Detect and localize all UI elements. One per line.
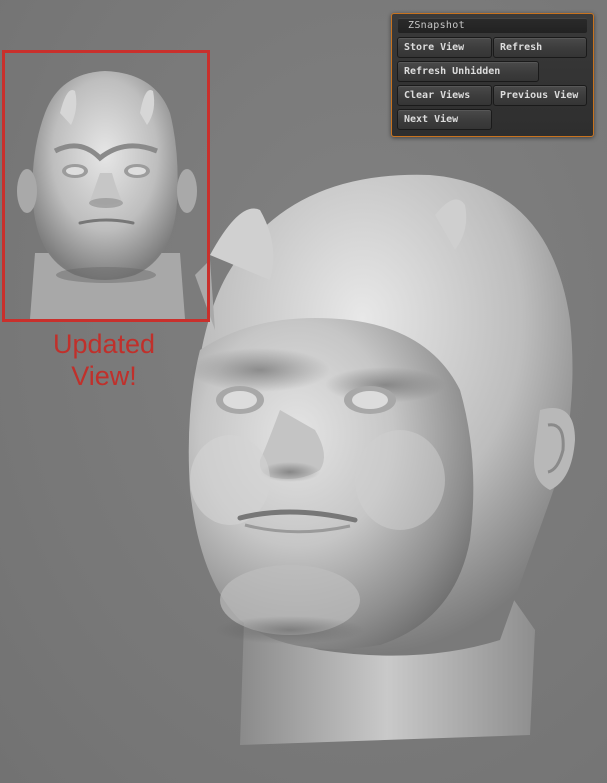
updated-view-annotation: Updated View! (30, 328, 178, 392)
zbrush-viewport[interactable]: Updated View! ZSnapshot Store View Refre… (0, 0, 607, 783)
head-sculpt-thumbnail-icon (17, 71, 197, 319)
refresh-button[interactable]: Refresh (493, 37, 587, 58)
zsnapshot-panel: ZSnapshot Store View Refresh Refresh Unh… (391, 13, 594, 137)
previous-view-button[interactable]: Previous View (493, 85, 587, 106)
annotation-line-1: Updated (52, 329, 156, 359)
refresh-unhidden-button[interactable]: Refresh Unhidden (397, 61, 539, 82)
snapshot-thumbnail[interactable] (2, 50, 210, 322)
clear-views-button[interactable]: Clear Views (397, 85, 492, 106)
annotation-line-2: View! (71, 361, 137, 391)
next-view-button[interactable]: Next View (397, 109, 492, 130)
store-view-button[interactable]: Store View (397, 37, 492, 58)
head-sculpt-main-icon[interactable] (170, 160, 590, 750)
panel-title[interactable]: ZSnapshot (398, 18, 587, 33)
